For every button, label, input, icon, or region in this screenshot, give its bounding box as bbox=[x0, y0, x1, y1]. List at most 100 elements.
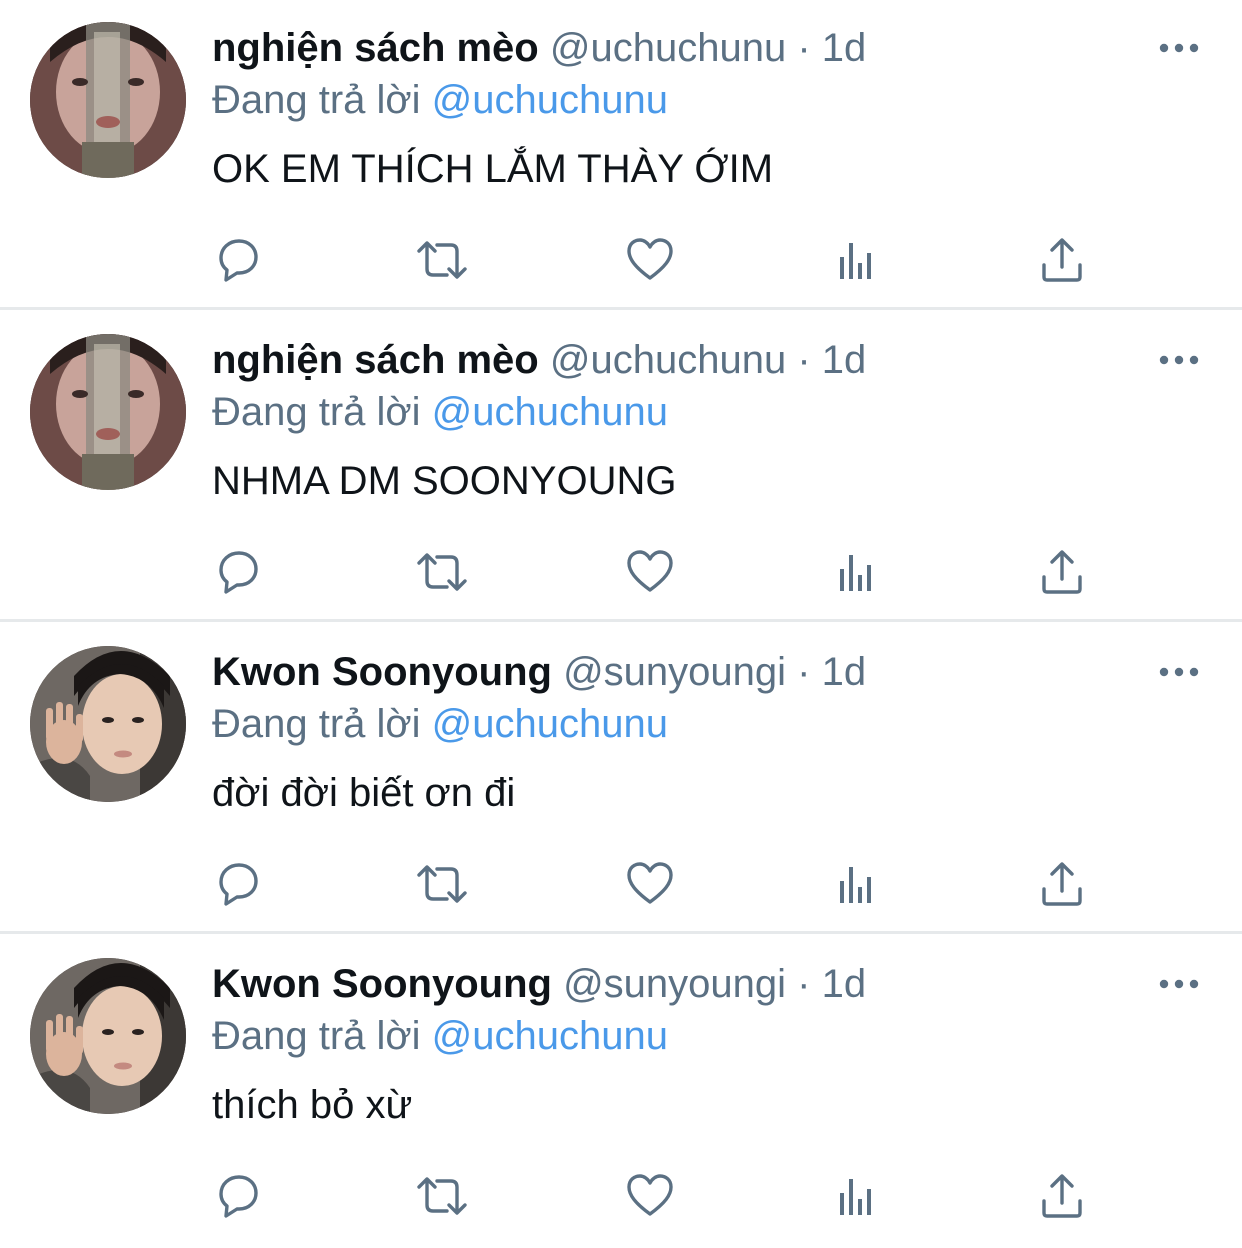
replying-to: Đang trả lời @uchuchunu bbox=[212, 700, 668, 748]
share-icon bbox=[1042, 238, 1082, 282]
reply-icon bbox=[219, 239, 258, 282]
timestamp[interactable]: 1d bbox=[822, 650, 867, 694]
analytics-button[interactable] bbox=[828, 1168, 884, 1224]
retweet-button[interactable] bbox=[414, 232, 470, 288]
share-button[interactable] bbox=[1034, 232, 1090, 288]
heart-icon bbox=[627, 862, 673, 904]
tweet-header: nghiện sách mèo @uchuchunu · 1d bbox=[212, 24, 866, 72]
display-name[interactable]: Kwon Soonyoung bbox=[212, 962, 552, 1006]
tweet-text: OK EM THÍCH LẮM THÀY ỚIM bbox=[212, 147, 774, 191]
timestamp[interactable]: 1d bbox=[822, 962, 867, 1006]
user-handle[interactable]: @sunyoungi bbox=[563, 962, 786, 1006]
tweet[interactable]: Kwon Soonyoung @sunyoungi · 1d Đang trả … bbox=[0, 624, 1242, 936]
more-options-button[interactable] bbox=[1154, 30, 1204, 66]
retweet-icon bbox=[417, 553, 467, 591]
mention-link[interactable]: @uchuchunu bbox=[432, 1014, 668, 1058]
analytics-icon bbox=[840, 243, 871, 279]
avatar-photo bbox=[30, 22, 186, 178]
user-handle[interactable]: @sunyoungi bbox=[563, 650, 786, 694]
mention-link[interactable]: @uchuchunu bbox=[432, 78, 668, 122]
like-button[interactable] bbox=[622, 544, 678, 600]
more-options-icon bbox=[1159, 43, 1199, 53]
retweet-button[interactable] bbox=[414, 1168, 470, 1224]
separator-dot: · bbox=[797, 650, 811, 694]
tweet-divider bbox=[0, 307, 1242, 310]
display-name[interactable]: nghiện sách mèo bbox=[212, 338, 539, 382]
user-handle[interactable]: @uchuchunu bbox=[550, 338, 786, 382]
reply-button[interactable] bbox=[210, 232, 266, 288]
reply-icon bbox=[219, 863, 258, 906]
avatar[interactable] bbox=[30, 334, 186, 490]
replying-to: Đang trả lời @uchuchunu bbox=[212, 76, 668, 124]
heart-icon bbox=[627, 550, 673, 592]
retweet-button[interactable] bbox=[414, 856, 470, 912]
retweet-icon bbox=[417, 1177, 467, 1215]
tweet-header: nghiện sách mèo @uchuchunu · 1d bbox=[212, 336, 866, 384]
replying-prefix: Đang trả lời bbox=[212, 390, 421, 434]
reply-icon bbox=[219, 551, 258, 594]
avatar-photo bbox=[30, 646, 186, 802]
heart-icon bbox=[627, 1174, 673, 1216]
replying-to: Đang trả lời @uchuchunu bbox=[212, 388, 668, 436]
tweet[interactable]: nghiện sách mèo @uchuchunu · 1d Đang trả… bbox=[0, 312, 1242, 624]
share-icon bbox=[1042, 1174, 1082, 1218]
avatar[interactable] bbox=[30, 958, 186, 1114]
separator-dot: · bbox=[797, 26, 811, 70]
mention-link[interactable]: @uchuchunu bbox=[432, 390, 668, 434]
timestamp[interactable]: 1d bbox=[822, 26, 867, 70]
avatar-photo bbox=[30, 958, 186, 1114]
like-button[interactable] bbox=[622, 856, 678, 912]
share-button[interactable] bbox=[1034, 856, 1090, 912]
analytics-button[interactable] bbox=[828, 544, 884, 600]
reply-button[interactable] bbox=[210, 1168, 266, 1224]
share-button[interactable] bbox=[1034, 544, 1090, 600]
share-icon bbox=[1042, 550, 1082, 594]
reply-icon bbox=[219, 1175, 258, 1218]
avatar-photo bbox=[30, 334, 186, 490]
more-options-button[interactable] bbox=[1154, 654, 1204, 690]
display-name[interactable]: Kwon Soonyoung bbox=[212, 650, 552, 694]
replying-prefix: Đang trả lời bbox=[212, 1014, 421, 1058]
user-handle[interactable]: @uchuchunu bbox=[550, 26, 786, 70]
replying-prefix: Đang trả lời bbox=[212, 702, 421, 746]
tweet-header: Kwon Soonyoung @sunyoungi · 1d bbox=[212, 960, 866, 1008]
replying-prefix: Đang trả lời bbox=[212, 78, 421, 122]
timestamp[interactable]: 1d bbox=[822, 338, 867, 382]
tweet-text: NHMA DM SOONYOUNG bbox=[212, 459, 677, 503]
replying-to: Đang trả lời @uchuchunu bbox=[212, 1012, 668, 1060]
display-name[interactable]: nghiện sách mèo bbox=[212, 26, 539, 70]
tweet[interactable]: nghiện sách mèo @uchuchunu · 1d Đang trả… bbox=[0, 0, 1242, 312]
analytics-icon bbox=[840, 555, 871, 591]
more-options-icon bbox=[1159, 667, 1199, 677]
analytics-button[interactable] bbox=[828, 856, 884, 912]
separator-dot: · bbox=[797, 338, 811, 382]
retweet-icon bbox=[417, 241, 467, 279]
more-options-icon bbox=[1159, 355, 1199, 365]
share-icon bbox=[1042, 862, 1082, 906]
avatar[interactable] bbox=[30, 646, 186, 802]
like-button[interactable] bbox=[622, 1168, 678, 1224]
separator-dot: · bbox=[797, 962, 811, 1006]
more-options-button[interactable] bbox=[1154, 342, 1204, 378]
like-button[interactable] bbox=[622, 232, 678, 288]
tweet-feed: nghiện sách mèo @uchuchunu · 1d Đang trả… bbox=[0, 0, 1242, 1239]
more-options-button[interactable] bbox=[1154, 966, 1204, 1002]
retweet-icon bbox=[417, 865, 467, 903]
retweet-button[interactable] bbox=[414, 544, 470, 600]
tweet-header: Kwon Soonyoung @sunyoungi · 1d bbox=[212, 648, 866, 696]
tweet-text: thích bỏ xừ bbox=[212, 1083, 413, 1127]
reply-button[interactable] bbox=[210, 856, 266, 912]
mention-link[interactable]: @uchuchunu bbox=[432, 702, 668, 746]
more-options-icon bbox=[1159, 979, 1199, 989]
analytics-button[interactable] bbox=[828, 232, 884, 288]
tweet-text: đời đời biết ơn đi bbox=[212, 771, 516, 815]
analytics-icon bbox=[840, 867, 871, 903]
heart-icon bbox=[627, 238, 673, 280]
tweet[interactable]: Kwon Soonyoung @sunyoungi · 1d Đang trả … bbox=[0, 936, 1242, 1248]
avatar[interactable] bbox=[30, 22, 186, 178]
analytics-icon bbox=[840, 1179, 871, 1215]
tweet-divider bbox=[0, 619, 1242, 622]
tweet-divider bbox=[0, 931, 1242, 934]
share-button[interactable] bbox=[1034, 1168, 1090, 1224]
reply-button[interactable] bbox=[210, 544, 266, 600]
